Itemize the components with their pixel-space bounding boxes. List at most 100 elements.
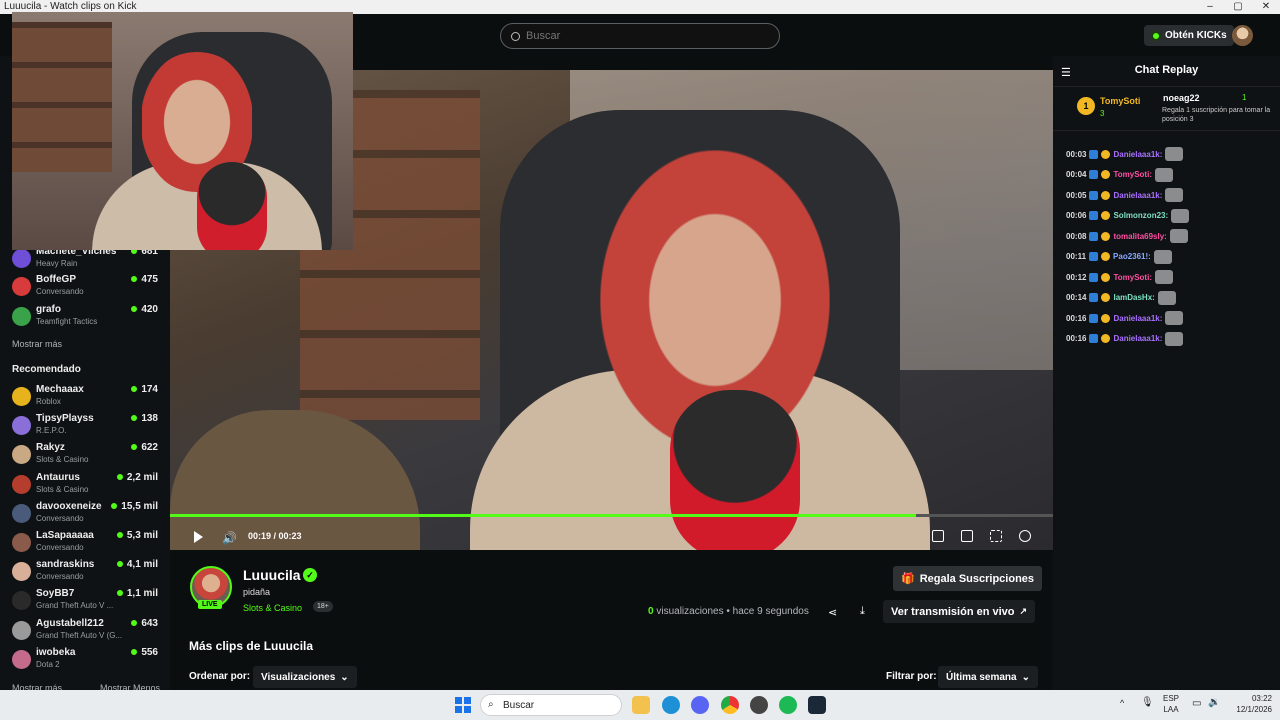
- channel-name: sandraskins: [36, 559, 95, 571]
- gift-prompt: Regala 1 suscripción para tomar la posic…: [1162, 107, 1271, 123]
- chat-timestamp: 00:08: [1066, 231, 1087, 241]
- chat-username[interactable]: Danielaaa1k:: [1113, 191, 1162, 200]
- steam-icon[interactable]: [808, 696, 826, 714]
- channel-name: SoyBB7: [36, 588, 75, 600]
- order-dropdown[interactable]: Visualizaciones ⌄: [253, 666, 357, 688]
- maximize-button[interactable]: ▢: [1224, 0, 1252, 14]
- play-icon[interactable]: [194, 531, 203, 543]
- chat-username[interactable]: TomySoti:: [1113, 273, 1152, 282]
- viewer-count: 174: [131, 384, 158, 395]
- sidebar-channel-recommended[interactable]: Agustabell212 Grand Theft Auto V (G... 643: [12, 618, 162, 646]
- user-avatar[interactable]: [1232, 25, 1253, 46]
- webcam-microphone: [197, 162, 267, 250]
- discord-icon[interactable]: [691, 696, 709, 714]
- taskbar-search[interactable]: ⌕ Buscar: [480, 694, 622, 716]
- clock[interactable]: 03:22 12/1/2026: [1236, 693, 1272, 715]
- badge-icon: [1089, 313, 1099, 323]
- sidebar-channel-recommended[interactable]: davooxeneize Conversando 15,5 mil: [12, 501, 162, 529]
- language-indicator[interactable]: ESP LAA: [1163, 693, 1179, 715]
- sidebar-channel-recommended[interactable]: SoyBB7 Grand Theft Auto V ... 1,1 mil: [12, 588, 162, 616]
- chat-message: 00:08 tomalita69sly:: [1066, 227, 1188, 245]
- recommended-heading: Recomendado: [12, 364, 81, 375]
- channel-name: Rakyz: [36, 442, 65, 454]
- gift-subscriptions-button[interactable]: 🎁 Regala Suscripciones: [893, 566, 1043, 591]
- clip-category[interactable]: Slots & Casino: [243, 603, 302, 613]
- chat-username[interactable]: IamDasHx:: [1113, 293, 1154, 302]
- show-more-following[interactable]: Mostrar más: [12, 339, 62, 349]
- playback-speed-icon[interactable]: [1019, 530, 1031, 542]
- chat-username[interactable]: tomalita69sly:: [1113, 232, 1166, 241]
- obs-icon[interactable]: [750, 696, 768, 714]
- channel-category: Slots & Casino: [36, 484, 89, 494]
- chat-username[interactable]: TomySoti:: [1113, 170, 1152, 179]
- more-clips-heading: Más clips de Luuucila: [189, 639, 314, 653]
- channel-category: Roblox: [36, 397, 61, 406]
- chat-username[interactable]: Danielaaa1k:: [1113, 334, 1162, 343]
- sidebar-channel-recommended[interactable]: sandraskins Conversando 4,1 mil: [12, 559, 162, 587]
- chrome-icon[interactable]: [721, 696, 739, 714]
- close-button[interactable]: ✕: [1252, 0, 1280, 14]
- spotify-icon[interactable]: [779, 696, 797, 714]
- webcam-overlay: [12, 12, 353, 250]
- chat-message: 00:14 IamDasHx:: [1066, 289, 1176, 307]
- chat-timestamp: 00:16: [1066, 313, 1087, 323]
- gift-leaderboard: 1 TomySoti 3 noeag22 1 Regala 1 suscripc…: [1053, 86, 1280, 131]
- sidebar-channel-recommended[interactable]: Mechaaax Roblox 174: [12, 384, 162, 412]
- pip-icon[interactable]: [932, 530, 944, 542]
- sidebar-channel-recommended[interactable]: Antaurus Slots & Casino 2,2 mil: [12, 472, 162, 500]
- sidebar-channel-recommended[interactable]: Rakyz Slots & Casino 622: [12, 442, 162, 470]
- sidebar-channel-recommended[interactable]: TipsyPlayss R.E.P.O. 138: [12, 413, 162, 441]
- badge-icon: [1089, 252, 1099, 261]
- windows-start-icon[interactable]: [455, 697, 471, 713]
- channel-avatar: [12, 591, 31, 611]
- tray-chevron-icon[interactable]: ^: [1120, 698, 1124, 708]
- emote-icon: [1171, 208, 1190, 223]
- file-explorer-icon[interactable]: [632, 696, 650, 714]
- video-progress-bar[interactable]: [170, 514, 1053, 517]
- watch-live-button[interactable]: Ver transmisión en vivo ↗: [883, 600, 1036, 623]
- sidebar-channel-recommended[interactable]: LaSapaaaaa Conversando 5,3 mil: [12, 530, 162, 558]
- chat-username[interactable]: Pao2361!:: [1113, 252, 1151, 261]
- network-icon[interactable]: ▭: [1192, 698, 1201, 709]
- chat-username[interactable]: Solmonzon23:: [1113, 211, 1168, 220]
- os-taskbar: ⌕ Buscar ^ 🎙 ESP LAA ▭ 🔉 03:22 12/1/2026: [0, 690, 1280, 720]
- speaker-icon[interactable]: 🔉: [1208, 697, 1220, 708]
- top-gifter-name[interactable]: TomySoti: [1100, 96, 1140, 106]
- viewer-count: 420: [131, 304, 158, 315]
- get-kicks-button[interactable]: Obtén KICKs: [1144, 25, 1234, 46]
- share-icon[interactable]: ⋖: [828, 606, 837, 619]
- viewer-count: 622: [131, 442, 158, 453]
- edge-icon[interactable]: [662, 696, 680, 714]
- badge-icon: [1089, 272, 1099, 282]
- search-input[interactable]: [526, 30, 756, 42]
- search-box[interactable]: [500, 23, 780, 49]
- player-controls: 🔊 00:19 / 00:23: [170, 524, 1053, 550]
- order-label: Ordenar por:: [189, 671, 251, 682]
- chat-username[interactable]: Danielaaa1k:: [1113, 314, 1162, 323]
- recent-gifter-name[interactable]: noeag22: [1163, 93, 1200, 103]
- theater-mode-icon[interactable]: [961, 530, 973, 542]
- download-icon[interactable]: ⤓: [860, 605, 865, 618]
- gifter-badge-icon: [1101, 313, 1111, 323]
- channel-avatar: [12, 307, 31, 326]
- fullscreen-icon[interactable]: [990, 530, 1002, 542]
- chat-message: 00:05 Danielaaa1k:: [1066, 186, 1184, 204]
- chat-timestamp: 00:12: [1066, 272, 1087, 282]
- emote-icon: [1165, 331, 1184, 346]
- top-gifter-count: 3: [1100, 109, 1105, 118]
- chat-username[interactable]: Danielaaa1k:: [1113, 150, 1162, 159]
- sidebar-channel-recommended[interactable]: iwobeka Dota 2 556: [12, 647, 162, 675]
- channel-name[interactable]: Luuucila: [243, 567, 301, 583]
- volume-icon[interactable]: 🔊: [222, 531, 237, 545]
- gift-subscriptions-label: Regala Suscripciones: [919, 572, 1035, 585]
- badge-icon: [1089, 293, 1099, 302]
- gift-icon: 🎁: [901, 573, 915, 585]
- badge-icon: [1089, 211, 1099, 220]
- minimize-button[interactable]: –: [1196, 0, 1224, 14]
- sidebar-channel-following[interactable]: BoffeGP Conversando 475: [12, 274, 162, 302]
- filter-dropdown[interactable]: Última semana ⌄: [938, 666, 1038, 688]
- microphone-icon[interactable]: 🎙: [1141, 697, 1154, 708]
- sidebar-channel-following[interactable]: grafo Teamfight Tactics 420: [12, 304, 162, 332]
- gifter-badge-icon: [1101, 334, 1111, 343]
- sidebar-channel-following[interactable]: Machete_Vilches Heavy Rain 681: [12, 246, 162, 274]
